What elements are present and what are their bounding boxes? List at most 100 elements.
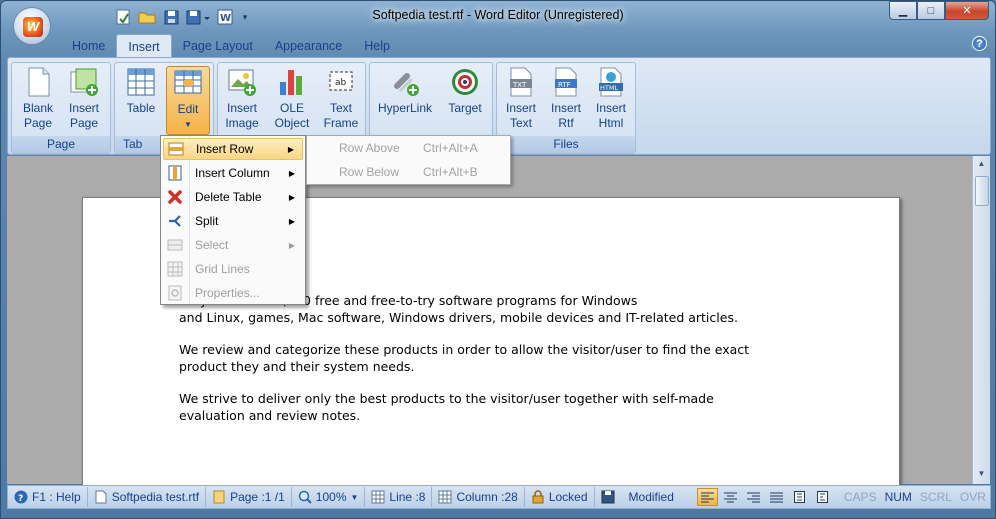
scroll-up-icon[interactable]: ▲ xyxy=(975,159,988,171)
status-bar: ? F1 : Help Softpedia test.rtf Page :1 /1… xyxy=(7,485,991,509)
submenu-arrow-icon: ▶ xyxy=(288,168,295,178)
zoom-icon xyxy=(298,490,312,504)
tab-home[interactable]: Home xyxy=(61,34,116,58)
menu-item-insert-column[interactable]: Insert Column ▶ xyxy=(163,162,303,184)
doc-line: We review and categorize these products … xyxy=(179,342,750,357)
title-bar: Softpedia test.rtf - Word Editor (Unregi… xyxy=(1,1,995,33)
application-window: Softpedia test.rtf - Word Editor (Unregi… xyxy=(0,0,996,519)
chart-object-icon xyxy=(280,70,302,95)
menu-item-row-above[interactable]: Row Above Ctrl+Alt+A xyxy=(311,137,507,159)
help-icon[interactable]: ? xyxy=(972,36,987,51)
ole-object-button[interactable]: OLE Object xyxy=(270,66,314,136)
insert-page-button[interactable]: Insert Page xyxy=(62,66,106,136)
maximize-button[interactable]: □ xyxy=(917,1,945,20)
target-icon xyxy=(452,69,478,95)
insert-rtf-button[interactable]: RTF Insert Rtf xyxy=(544,66,588,136)
ovr-indicator: OVR xyxy=(959,490,986,504)
shortcut-row-above: Ctrl+Alt+A xyxy=(423,141,478,155)
align-right-icon[interactable] xyxy=(743,488,764,506)
word-export-icon[interactable]: W xyxy=(215,8,235,26)
tab-help[interactable]: Help xyxy=(353,34,401,58)
blank-page-icon xyxy=(28,67,50,97)
customize-toolbar-icon[interactable]: ▾ xyxy=(239,8,251,26)
insert-row-submenu: Row Above Ctrl+Alt+A Row Below Ctrl+Alt+… xyxy=(306,135,511,185)
scroll-thumb[interactable] xyxy=(975,176,989,206)
num-indicator: NUM xyxy=(884,490,912,504)
edit-table-button[interactable]: Edit ▼ xyxy=(166,66,210,135)
rtf-file-icon: RTF xyxy=(555,67,577,97)
insert-html-button[interactable]: HTML Insert Html xyxy=(589,66,633,136)
status-file: Softpedia test.rtf xyxy=(88,487,207,507)
tab-page-layout[interactable]: Page Layout xyxy=(172,34,264,58)
doc-line: and Linux, games, Mac software, Windows … xyxy=(179,309,738,325)
table-button[interactable]: Table xyxy=(119,66,163,136)
properties-icon xyxy=(168,285,182,301)
new-document-icon[interactable] xyxy=(113,8,133,26)
quick-access-spacer xyxy=(61,8,109,26)
menu-item-select[interactable]: Select ▶ xyxy=(163,234,303,256)
svg-text:RTF: RTF xyxy=(558,81,571,89)
application-menu-button[interactable]: W xyxy=(13,7,51,45)
keyboard-indicators: CAPS NUM SCRL OVR xyxy=(844,490,986,504)
vertical-scrollbar[interactable]: ▲ ▼ xyxy=(972,156,990,484)
window-controls: ▁ □ ✕ xyxy=(889,1,989,20)
save-as-icon[interactable] xyxy=(185,8,211,26)
tab-appearance[interactable]: Appearance xyxy=(264,34,353,58)
grid-lines-icon xyxy=(167,261,183,277)
hyperlink-button[interactable]: HyperLink xyxy=(376,66,434,136)
doc-line: product they and their system needs. xyxy=(179,358,415,374)
close-button[interactable]: ✕ xyxy=(945,1,989,20)
group-label-files: Files xyxy=(497,136,635,153)
grid-icon xyxy=(371,490,385,504)
html-file-icon: HTML xyxy=(599,67,623,97)
text-frame-icon: ab xyxy=(329,71,353,91)
scroll-down-icon[interactable]: ▼ xyxy=(975,469,988,481)
insert-image-button[interactable]: Insert Image xyxy=(220,66,264,136)
status-locked[interactable]: Locked xyxy=(525,487,595,507)
insert-column-icon xyxy=(168,165,182,181)
status-help[interactable]: ? F1 : Help xyxy=(8,487,88,507)
menu-item-split[interactable]: Split ▶ xyxy=(163,210,303,232)
document-body[interactable]: ... ry of over 400,000 free and free-to-… xyxy=(179,293,819,440)
status-modified: Modified xyxy=(595,487,680,507)
group-label-page: Page xyxy=(12,136,110,153)
status-zoom[interactable]: 100% ▼ xyxy=(292,487,366,507)
align-center-icon[interactable] xyxy=(720,488,741,506)
status-line: Line :8 xyxy=(365,487,433,507)
menu-item-delete-table[interactable]: Delete Table ▶ xyxy=(163,186,303,208)
submenu-arrow-icon: ▶ xyxy=(288,240,295,250)
menu-item-properties[interactable]: Properties... xyxy=(163,282,303,304)
group-files: TXT Insert Text RTF Insert Rtf HTML Inse… xyxy=(496,62,636,154)
help-circle-icon: ? xyxy=(14,490,28,504)
image-icon xyxy=(228,69,256,96)
chevron-down-icon: ▼ xyxy=(184,120,192,129)
insert-text-button[interactable]: TXT Insert Text xyxy=(499,66,543,136)
insert-row-icon xyxy=(168,142,184,156)
txt-file-icon: TXT xyxy=(510,67,532,97)
disk-icon xyxy=(601,490,615,504)
tab-insert[interactable]: Insert xyxy=(116,34,172,58)
open-folder-icon[interactable] xyxy=(137,8,157,26)
chevron-down-icon: ▼ xyxy=(350,492,359,502)
page-icon xyxy=(213,490,225,504)
delete-icon xyxy=(168,190,182,204)
justify-icon[interactable] xyxy=(766,488,787,506)
doc-line: We strive to deliver only the best produ… xyxy=(179,391,714,406)
align-left-icon[interactable] xyxy=(696,488,718,506)
minimize-button[interactable]: ▁ xyxy=(889,1,917,20)
edit-table-icon xyxy=(174,70,202,94)
menu-item-insert-row[interactable]: Insert Row ▶ xyxy=(163,138,303,160)
target-button[interactable]: Target xyxy=(443,66,487,136)
group-page: Blank Page Insert Page Page xyxy=(11,62,111,154)
text-frame-button[interactable]: ab Text Frame xyxy=(319,66,363,136)
svg-text:?: ? xyxy=(18,494,23,504)
indent-icon[interactable] xyxy=(789,488,810,506)
blank-page-button[interactable]: Blank Page xyxy=(16,66,60,136)
svg-text:HTML: HTML xyxy=(600,84,618,92)
menu-item-grid-lines[interactable]: Grid Lines xyxy=(163,258,303,280)
alignment-buttons xyxy=(694,487,836,507)
save-icon[interactable] xyxy=(161,8,181,26)
caps-indicator: CAPS xyxy=(843,490,877,504)
menu-item-row-below[interactable]: Row Below Ctrl+Alt+B xyxy=(311,161,507,183)
outdent-icon[interactable] xyxy=(812,488,833,506)
